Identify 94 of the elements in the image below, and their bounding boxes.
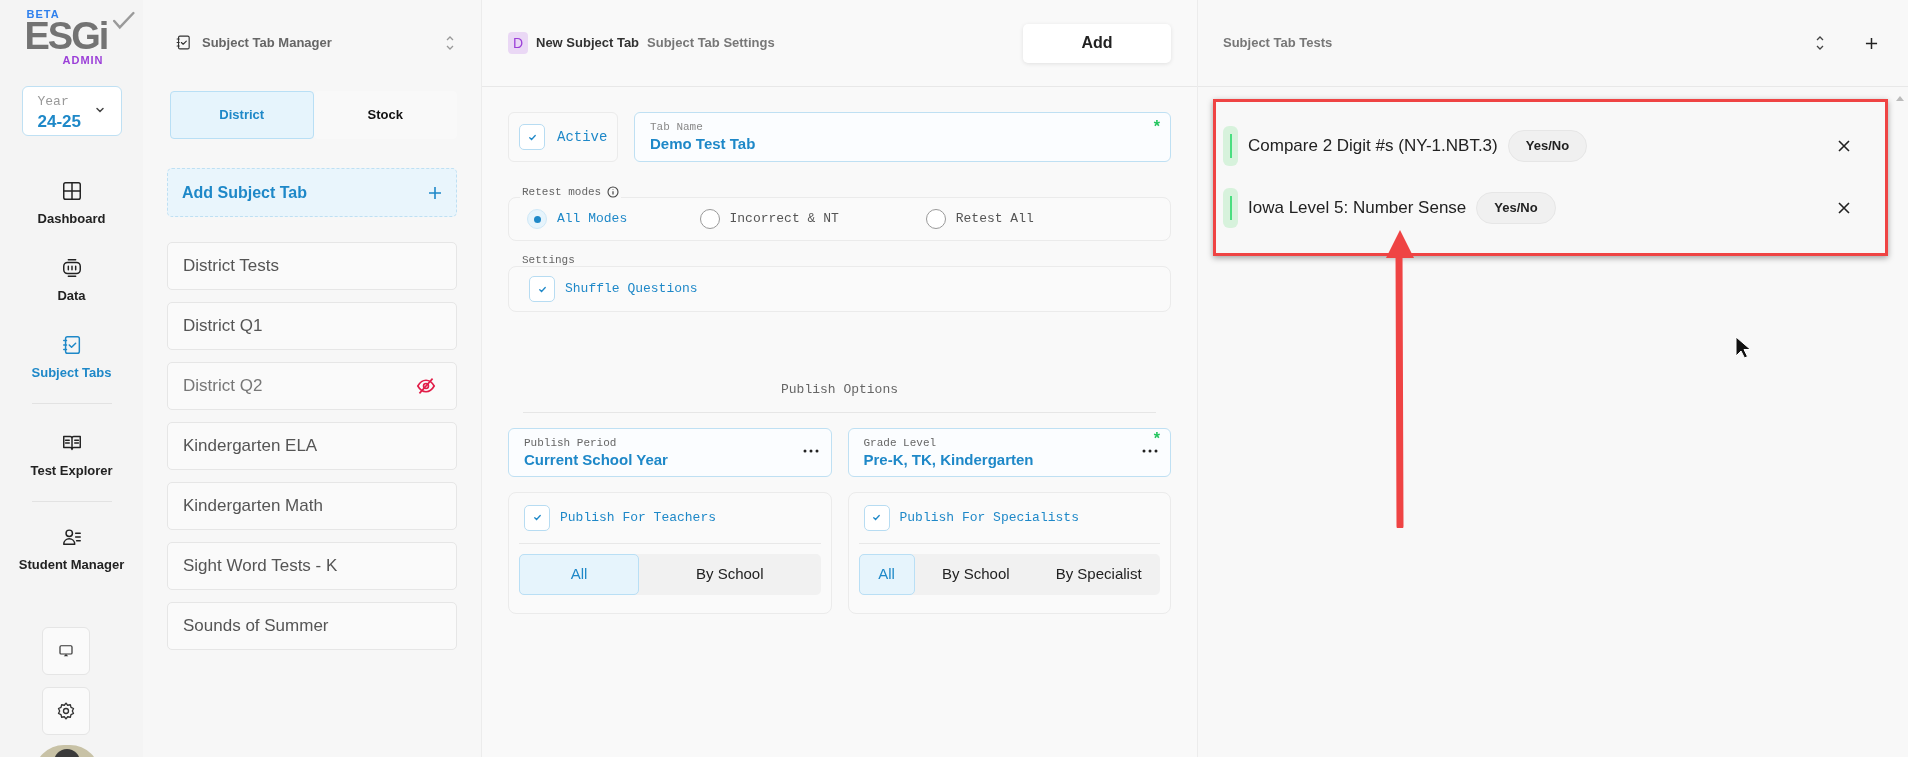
radio-button[interactable] — [925, 209, 946, 229]
tab-name-field[interactable]: Tab Name Demo Test Tab * — [634, 112, 1171, 162]
settings-button[interactable] — [42, 687, 90, 735]
screen-button[interactable] — [42, 627, 90, 675]
radio-button[interactable] — [699, 209, 720, 229]
segment-button[interactable]: All — [519, 553, 639, 595]
segment-button[interactable]: By Specialist — [1037, 553, 1160, 595]
subject-tab-label: Sight Word Tests - K — [183, 555, 338, 578]
field-value: Pre-K, TK, Kindergarten — [863, 449, 1034, 470]
sort-icon[interactable] — [1815, 35, 1825, 51]
add-button[interactable]: Add — [1023, 23, 1171, 63]
subject-tab-item[interactable]: Sounds of Summer — [167, 602, 457, 650]
subject-tab-label: District Q1 — [183, 315, 263, 338]
grid-icon — [60, 180, 83, 202]
field-label: Tab Name — [650, 120, 703, 134]
checklist-icon — [60, 334, 83, 356]
fieldset-legend: Retest modes — [522, 186, 602, 198]
checkbox-label: Shuffle Questions — [565, 280, 698, 299]
subject-tab-item[interactable]: District Q2 — [167, 362, 457, 410]
test-row[interactable]: Iowa Level 5: Number Sense Yes/No — [1223, 184, 1868, 231]
plus-icon[interactable] — [1865, 36, 1878, 50]
test-row[interactable]: Compare 2 Digit #s (NY-1.NBT.3) Yes/No — [1223, 122, 1868, 169]
subject-tab-label: Kindergarten ELA — [183, 435, 318, 458]
drag-handle[interactable] — [1223, 187, 1238, 228]
panel-title: Subject Tab Tests — [1223, 34, 1334, 53]
subject-tab-item[interactable]: District Tests — [167, 242, 457, 290]
dropdown-field[interactable]: Grade Level Pre-K, TK, Kindergarten * — [847, 427, 1171, 477]
subject-tab-label: District Q2 — [183, 375, 263, 398]
logo-admin-label: ADMIN — [62, 55, 104, 66]
checkbox[interactable] — [524, 504, 550, 531]
nav-item[interactable]: Student Manager — [6, 512, 137, 585]
plus-icon — [428, 185, 442, 200]
checkmark-icon — [531, 512, 543, 523]
segment-button[interactable]: All — [858, 553, 915, 595]
radio-label: Retest All — [955, 210, 1034, 229]
checkbox-label: Publish For Specialists — [899, 508, 1079, 527]
required-mark: * — [1153, 430, 1160, 447]
nav-item[interactable]: Data — [6, 243, 137, 316]
checkbox[interactable] — [519, 124, 545, 150]
year-dropdown[interactable]: Year 24-25 — [21, 86, 122, 136]
test-type-badge: Yes/No — [1476, 191, 1556, 224]
editor-title: New Subject Tab — [536, 34, 640, 53]
mouse-cursor-icon — [1735, 336, 1751, 360]
nav-item[interactable]: Test Explorer — [6, 418, 137, 491]
year-label: Year — [37, 93, 69, 111]
info-icon[interactable] — [607, 186, 620, 198]
field-value: Current School Year — [524, 449, 668, 470]
checkmark-icon — [871, 512, 882, 523]
logo-beta-label: BETA — [26, 9, 60, 20]
field-value: Demo Test Tab — [650, 134, 756, 154]
segment-button[interactable]: By School — [639, 553, 821, 595]
dropdown-field[interactable]: Publish Period Current School Year — [508, 427, 832, 477]
subject-tab-item[interactable]: Kindergarten Math — [167, 482, 457, 530]
subject-tab-label: Kindergarten Math — [183, 495, 323, 518]
segment-button[interactable]: By School — [914, 553, 1038, 595]
add-subject-tab-button[interactable]: Add Subject Tab — [167, 168, 457, 217]
subject-tab-item[interactable]: Sight Word Tests - K — [167, 542, 457, 590]
radio-label: Incorrect & NT — [729, 210, 839, 229]
more-icon[interactable] — [1142, 448, 1158, 453]
letter-badge: D — [508, 32, 528, 54]
checklist-icon — [175, 34, 192, 51]
subject-tab-label: District Tests — [183, 255, 280, 278]
test-type-badge: Yes/No — [1507, 129, 1588, 162]
more-icon[interactable] — [802, 448, 819, 453]
close-icon[interactable] — [1837, 138, 1851, 153]
logo-text: ESGi — [24, 17, 108, 55]
subject-tab-label: Sounds of Summer — [183, 615, 329, 638]
checkbox[interactable] — [863, 504, 890, 531]
nav-item[interactable]: Dashboard — [6, 166, 137, 239]
eye-off-icon[interactable] — [416, 377, 436, 395]
close-icon[interactable] — [1837, 200, 1851, 215]
subject-tab-item[interactable]: Kindergarten ELA — [167, 422, 457, 470]
field-label: Grade Level — [863, 435, 937, 450]
nav-item[interactable]: Subject Tabs — [6, 320, 137, 393]
test-name: Compare 2 Digit #s (NY-1.NBT.3) — [1248, 134, 1498, 157]
checkmark-icon — [110, 11, 135, 31]
fieldset-legend: Settings — [522, 255, 575, 266]
section-heading: Publish Options — [780, 381, 899, 399]
required-mark: * — [1153, 117, 1160, 137]
checkbox[interactable] — [529, 276, 555, 302]
radio-label: All Modes — [557, 210, 628, 229]
settings-icon — [56, 701, 76, 721]
user-list-icon — [60, 526, 83, 548]
year-value: 24-25 — [37, 111, 81, 133]
chevron-down-icon — [94, 105, 105, 115]
editor-subtitle: Subject Tab Settings — [647, 34, 776, 53]
panel-title: Subject Tab Manager — [202, 33, 333, 52]
subject-tab-item[interactable]: District Q1 — [167, 302, 457, 350]
test-name: Iowa Level 5: Number Sense — [1248, 196, 1467, 219]
checkbox-label: Publish For Teachers — [560, 508, 717, 527]
monitor-icon — [60, 257, 83, 279]
drag-handle[interactable] — [1223, 125, 1238, 166]
checkbox-label: Active — [557, 127, 608, 147]
field-label: Publish Period — [524, 435, 617, 450]
